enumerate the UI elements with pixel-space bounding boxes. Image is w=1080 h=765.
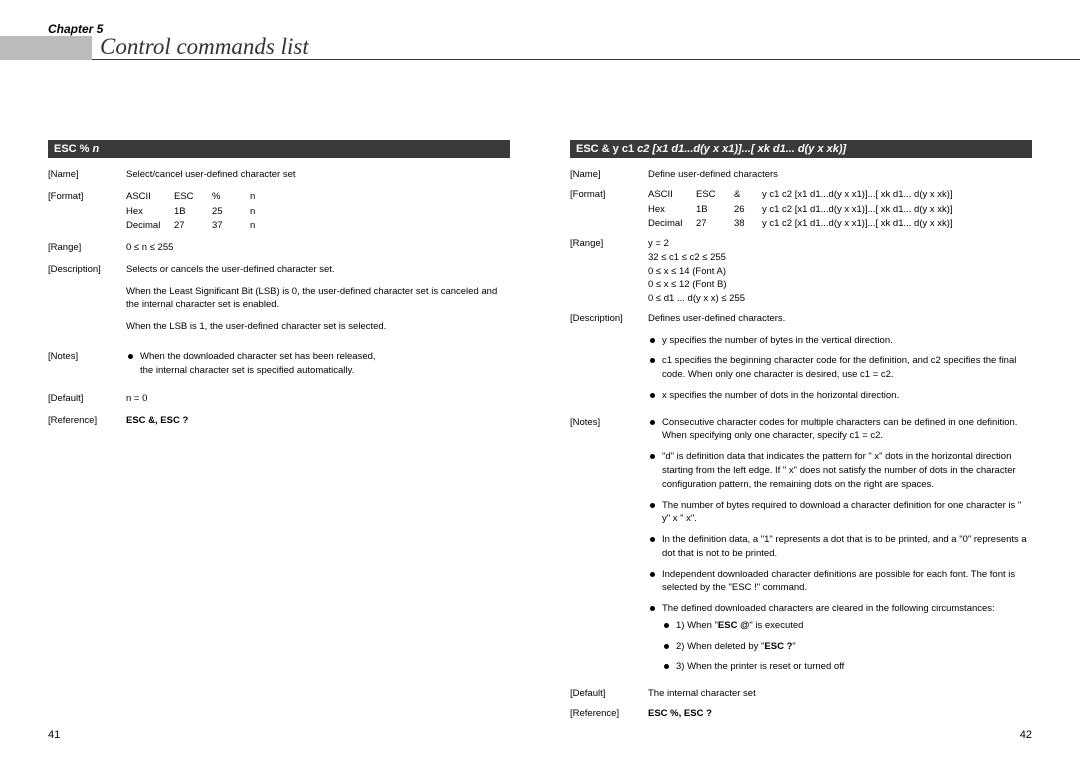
default-value: The internal character set: [648, 687, 1032, 701]
cmd-fixed: ESC & y c1: [576, 143, 637, 155]
fmt-cell: y c1 c2 [x1 d1...d(y x x1)]...[ xk d1...…: [762, 217, 1032, 231]
note-text: The defined downloaded characters are cl…: [662, 603, 995, 614]
desc-bullet: x specifies the number of dots in the ho…: [648, 389, 1032, 403]
page-number-right: 42: [1020, 729, 1032, 741]
note-item: In the definition data, a "1" represents…: [648, 533, 1032, 561]
sublist-item: 1) When "ESC @" is executed: [662, 619, 1032, 633]
label-range: [Range]: [570, 237, 648, 306]
fmt-cell: Hex: [126, 205, 174, 219]
label-name: [Name]: [570, 168, 648, 182]
label-format: [Format]: [570, 188, 648, 231]
fmt-cell: &: [734, 188, 762, 202]
desc-para: Selects or cancels the user-defined char…: [126, 263, 510, 277]
right-column: ESC & y c1 c2 [x1 d1...d(y x x1)]...[ xk…: [570, 140, 1032, 727]
cmd-param: n: [93, 143, 100, 155]
reference-value: ESC %, ESC ?: [648, 707, 1032, 721]
range-line: 0 ≤ x ≤ 14 (Font A): [648, 265, 1032, 279]
label-range: [Range]: [48, 241, 126, 255]
fmt-cell: Hex: [648, 203, 696, 217]
cmd-param: c2 [x1 d1...d(y x x1)]...[ xk d1... d(y …: [637, 143, 846, 155]
note-sublist: 1) When "ESC @" is executed 2) When dele…: [662, 619, 1032, 674]
label-reference: [Reference]: [570, 707, 648, 721]
left-column: ESC % n [Name] Select/cancel user-define…: [48, 140, 510, 727]
description-body: Selects or cancels the user-defined char…: [126, 263, 510, 342]
fmt-cell: 37: [212, 219, 250, 233]
sublist-item: 3) When the printer is reset or turned o…: [662, 660, 1032, 674]
fmt-cell: 1B: [696, 203, 734, 217]
fmt-cell: n: [250, 205, 510, 219]
note-item: Consecutive character codes for multiple…: [648, 416, 1032, 444]
desc-para: Defines user-defined characters.: [648, 312, 1032, 326]
note-item: When the downloaded character set has be…: [126, 350, 510, 378]
fmt-cell: 27: [174, 219, 212, 233]
fmt-cell: n: [250, 190, 510, 204]
fmt-cell: 26: [734, 203, 762, 217]
fmt-cell: ESC: [174, 190, 212, 204]
desc-bullet: y specifies the number of bytes in the v…: [648, 334, 1032, 348]
page-title: Control commands list: [100, 34, 309, 60]
chapter-label: Chapter 5: [48, 22, 103, 36]
fmt-cell: 25: [212, 205, 250, 219]
label-name: [Name]: [48, 168, 126, 182]
note-item: Independent downloaded character definit…: [648, 568, 1032, 596]
label-format: [Format]: [48, 190, 126, 233]
range-line: 32 ≤ c1 ≤ c2 ≤ 255: [648, 251, 1032, 265]
notes-list-right: Consecutive character codes for multiple…: [648, 416, 1032, 674]
note-item: "d" is definition data that indicates th…: [648, 450, 1032, 491]
label-reference: [Reference]: [48, 414, 126, 428]
format-table-right: ASCII ESC & y c1 c2 [x1 d1...d(y x x1)].…: [648, 188, 1032, 231]
fmt-cell: ASCII: [648, 188, 696, 202]
fmt-cell: ESC: [696, 188, 734, 202]
label-notes: [Notes]: [48, 350, 126, 385]
fmt-cell: %: [212, 190, 250, 204]
command-header-left: ESC % n: [48, 140, 510, 158]
label-description: [Description]: [570, 312, 648, 410]
fmt-cell: 38: [734, 217, 762, 231]
fmt-cell: y c1 c2 [x1 d1...d(y x x1)]...[ xk d1...…: [762, 188, 1032, 202]
description-body: Defines user-defined characters. y speci…: [648, 312, 1032, 410]
label-default: [Default]: [48, 392, 126, 406]
fmt-cell: 27: [696, 217, 734, 231]
reference-value: ESC &, ESC ?: [126, 414, 510, 428]
range-line: 0 ≤ x ≤ 12 (Font B): [648, 278, 1032, 292]
cmd-fixed: ESC %: [54, 143, 93, 155]
page-number-left: 41: [48, 729, 60, 741]
notes-list-left: When the downloaded character set has be…: [126, 350, 510, 378]
label-description: [Description]: [48, 263, 126, 342]
fmt-cell: n: [250, 219, 510, 233]
label-default: [Default]: [570, 687, 648, 701]
fmt-cell: Decimal: [648, 217, 696, 231]
title-gray-block: [0, 36, 92, 60]
fmt-cell: Decimal: [126, 219, 174, 233]
desc-para: When the LSB is 1, the user-defined char…: [126, 320, 510, 334]
format-table-left: ASCII ESC % n Hex 1B 25 n Decimal 27 37 …: [126, 190, 510, 233]
fmt-cell: 1B: [174, 205, 212, 219]
fmt-cell: y c1 c2 [x1 d1...d(y x x1)]...[ xk d1...…: [762, 203, 1032, 217]
range-value: 0 ≤ n ≤ 255: [126, 241, 510, 255]
range-line: y = 2: [648, 237, 1032, 251]
name-value: Define user-defined characters: [648, 168, 1032, 182]
note-text: When the downloaded character set has be…: [140, 351, 376, 362]
default-value: n = 0: [126, 392, 510, 406]
command-header-right: ESC & y c1 c2 [x1 d1...d(y x x1)]...[ xk…: [570, 140, 1032, 158]
label-notes: [Notes]: [570, 416, 648, 681]
range-body: y = 2 32 ≤ c1 ≤ c2 ≤ 255 0 ≤ x ≤ 14 (Fon…: [648, 237, 1032, 306]
fmt-cell: ASCII: [126, 190, 174, 204]
desc-bullet: c1 specifies the beginning character cod…: [648, 354, 1032, 382]
note-item: The defined downloaded characters are cl…: [648, 602, 1032, 674]
desc-bullets: y specifies the number of bytes in the v…: [648, 334, 1032, 403]
sublist-item: 2) When deleted by "ESC ?": [662, 640, 1032, 654]
note-text: the internal character set is specified …: [140, 365, 354, 376]
name-value: Select/cancel user-defined character set: [126, 168, 510, 182]
note-item: The number of bytes required to download…: [648, 499, 1032, 527]
desc-para: When the Least Significant Bit (LSB) is …: [126, 285, 510, 313]
range-line: 0 ≤ d1 ... d(y x x) ≤ 255: [648, 292, 1032, 306]
